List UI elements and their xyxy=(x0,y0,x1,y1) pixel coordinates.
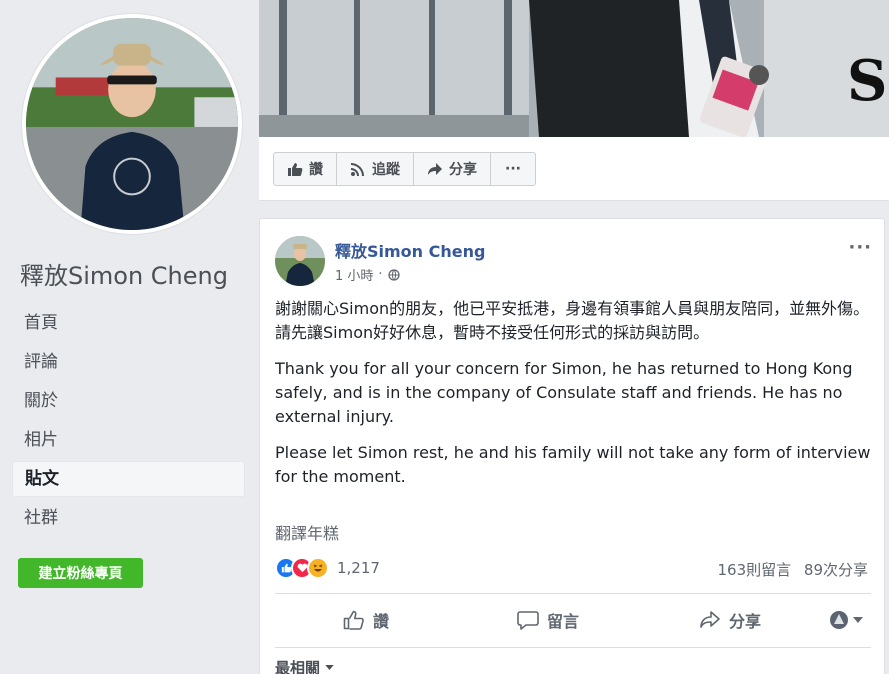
comment-button[interactable]: 留言 xyxy=(457,608,639,632)
divider xyxy=(275,647,871,648)
globe-icon xyxy=(387,268,400,281)
nav-item-reviews[interactable]: 評論 xyxy=(12,344,245,380)
comment-sort-selector[interactable]: 最相關 xyxy=(275,657,334,674)
reaction-icons xyxy=(275,557,329,579)
author-avatar[interactable] xyxy=(275,236,325,286)
post-options-button[interactable]: ··· xyxy=(848,237,872,258)
thumbs-up-outline-icon xyxy=(343,610,364,630)
nav-item-about[interactable]: 關於 xyxy=(12,383,245,419)
like-page-label: 讚 xyxy=(309,162,323,178)
svg-text:S: S xyxy=(847,48,887,114)
rss-icon xyxy=(351,162,364,176)
post-paragraph-en-1: Thank you for all your concern for Simon… xyxy=(275,359,853,426)
reaction-count: 1,217 xyxy=(337,559,380,577)
more-options-button[interactable]: ··· xyxy=(491,153,535,185)
comment-bubble-icon xyxy=(517,611,539,630)
cover-image: S xyxy=(259,0,889,137)
share-page-label: 分享 xyxy=(449,162,477,178)
more-options-label: ··· xyxy=(505,161,521,177)
page-action-buttons: 讚 追蹤 分享 ··· xyxy=(273,152,536,186)
divider xyxy=(275,593,871,594)
post-paragraph-zh-2: 請先讓Simon好好休息，暫時不接受任何形式的採訪與訪問。 xyxy=(275,323,710,342)
follow-button[interactable]: 追蹤 xyxy=(337,153,414,185)
profile-photo xyxy=(26,18,238,230)
share-outline-icon xyxy=(700,611,720,628)
like-post-label: 讚 xyxy=(372,612,389,631)
engagement-counts: 163則留言 89次分享 xyxy=(709,559,868,580)
caret-down-icon xyxy=(325,665,334,670)
page-action-bar: 讚 追蹤 分享 ··· xyxy=(259,137,889,201)
reactions-summary[interactable]: 1,217 xyxy=(275,557,380,579)
post-paragraph-zh-1: 謝謝關心Simon的朋友，他已平安抵港，身邊有領事館人員與朋友陪同，並無外傷。 xyxy=(275,299,870,318)
nav-item-photos[interactable]: 相片 xyxy=(12,422,245,458)
share-count-link[interactable]: 89次分享 xyxy=(804,561,868,579)
profile-picture[interactable] xyxy=(21,13,243,235)
reaction-audience-selector[interactable] xyxy=(821,610,871,630)
dot-separator: · xyxy=(378,267,383,282)
post-time-text: 1 小時 xyxy=(335,269,374,284)
page-nav: 首頁 評論 關於 相片 貼文 社群 xyxy=(12,305,245,539)
post-author-link[interactable]: 釋放Simon Cheng xyxy=(335,238,485,262)
like-page-button[interactable]: 讚 xyxy=(274,153,337,185)
follow-label: 追蹤 xyxy=(372,162,400,178)
comment-count-link[interactable]: 163則留言 xyxy=(717,561,791,579)
chevron-down-icon xyxy=(853,617,863,623)
cover-photo[interactable]: S xyxy=(259,0,889,137)
sort-label: 最相關 xyxy=(275,659,321,674)
share-post-button[interactable]: 分享 xyxy=(639,608,821,632)
left-column: 釋放Simon Cheng 首頁 評論 關於 相片 貼文 社群 建立粉絲專頁 xyxy=(0,0,258,674)
post-paragraph-en-2: Please let Simon rest, he and his family… xyxy=(275,443,871,486)
share-page-button[interactable]: 分享 xyxy=(414,153,491,185)
post-card: 釋放Simon Cheng 1 小時 · ··· 謝謝關心Simon的朋友，他已… xyxy=(259,218,885,674)
nav-item-posts[interactable]: 貼文 xyxy=(12,461,245,497)
share-arrow-icon xyxy=(428,162,442,175)
post-action-bar: 讚 留言 分享 xyxy=(275,595,871,645)
page-title: 釋放Simon Cheng xyxy=(20,262,228,290)
comment-label: 留言 xyxy=(546,612,579,631)
translate-link[interactable]: 翻譯年糕 xyxy=(275,520,339,544)
nav-item-community[interactable]: 社群 xyxy=(12,500,245,536)
thumbs-up-icon xyxy=(288,162,303,176)
post-timestamp[interactable]: 1 小時 · xyxy=(335,265,400,284)
nav-item-home[interactable]: 首頁 xyxy=(12,305,245,341)
share-post-label: 分享 xyxy=(728,612,761,631)
post-content: 謝謝關心Simon的朋友，他已平安抵港，身邊有領事館人員與朋友陪同，並無外傷。 … xyxy=(275,297,875,501)
like-post-button[interactable]: 讚 xyxy=(275,608,457,632)
create-page-button[interactable]: 建立粉絲專頁 xyxy=(18,558,143,588)
page-avatar-small-icon xyxy=(830,611,848,629)
haha-reaction-icon xyxy=(307,557,329,579)
